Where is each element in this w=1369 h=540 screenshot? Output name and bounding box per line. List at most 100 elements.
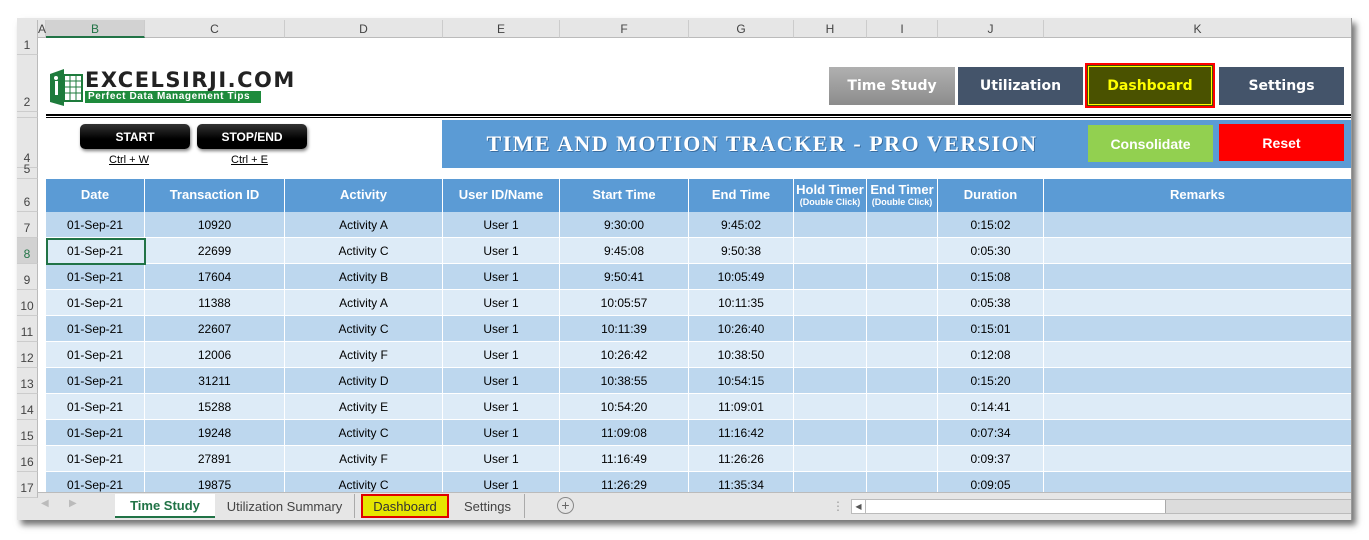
table-cell[interactable]: 10:54:15 <box>689 368 794 394</box>
row-header-4[interactable]: 4 <box>17 118 38 168</box>
table-cell[interactable]: 11:09:08 <box>560 420 689 446</box>
table-cell[interactable] <box>794 316 867 342</box>
table-cell[interactable]: User 1 <box>443 212 560 238</box>
table-cell[interactable] <box>1044 264 1351 290</box>
column-header-j[interactable]: J <box>938 20 1044 38</box>
table-cell[interactable]: 0:15:08 <box>938 264 1044 290</box>
table-cell[interactable]: Activity C <box>285 316 443 342</box>
table-cell[interactable] <box>1044 316 1351 342</box>
table-cell[interactable] <box>794 212 867 238</box>
table-cell[interactable] <box>1044 238 1351 264</box>
table-cell[interactable]: 0:12:08 <box>938 342 1044 368</box>
table-cell[interactable] <box>867 368 938 394</box>
table-cell[interactable] <box>794 420 867 446</box>
table-cell[interactable]: 10:11:35 <box>689 290 794 316</box>
column-header-i[interactable]: I <box>867 20 938 38</box>
table-cell[interactable]: Activity E <box>285 394 443 420</box>
table-cell[interactable]: Activity A <box>285 290 443 316</box>
table-cell[interactable]: 01-Sep-21 <box>46 446 145 472</box>
table-cell[interactable]: 22699 <box>145 238 285 264</box>
table-cell[interactable]: User 1 <box>443 238 560 264</box>
table-cell[interactable]: 9:50:41 <box>560 264 689 290</box>
table-cell[interactable]: 9:45:08 <box>560 238 689 264</box>
table-cell[interactable]: 17604 <box>145 264 285 290</box>
column-header-d[interactable]: D <box>285 20 443 38</box>
table-cell[interactable] <box>867 264 938 290</box>
table-cell[interactable]: 0:09:37 <box>938 446 1044 472</box>
row-header-1[interactable]: 1 <box>17 38 38 55</box>
add-sheet-icon[interactable]: + <box>557 497 574 514</box>
table-cell[interactable]: User 1 <box>443 342 560 368</box>
horizontal-scrollbar[interactable]: ◀ <box>851 499 1351 514</box>
row-header-14[interactable]: 14 <box>17 394 38 420</box>
row-header-8[interactable]: 8 <box>17 238 38 264</box>
table-cell[interactable] <box>1044 342 1351 368</box>
table-cell[interactable]: 01-Sep-21 <box>46 420 145 446</box>
reset-button[interactable]: Reset <box>1219 124 1344 161</box>
table-cell[interactable]: User 1 <box>443 394 560 420</box>
table-cell[interactable]: 0:15:02 <box>938 212 1044 238</box>
table-cell[interactable]: Activity F <box>285 446 443 472</box>
table-cell[interactable]: 0:07:34 <box>938 420 1044 446</box>
table-cell[interactable] <box>1044 420 1351 446</box>
nav-time-study-button[interactable]: Time Study <box>829 67 955 105</box>
sheet-tab-dashboard[interactable]: Dashboard <box>361 494 449 518</box>
table-cell[interactable]: 22607 <box>145 316 285 342</box>
table-cell[interactable] <box>867 342 938 368</box>
table-cell[interactable]: 0:14:41 <box>938 394 1044 420</box>
row-header-12[interactable]: 12 <box>17 342 38 368</box>
table-cell[interactable]: 9:50:38 <box>689 238 794 264</box>
sheet-tab-utilization-summary[interactable]: Utilization Summary <box>215 494 355 518</box>
table-cell[interactable]: 01-Sep-21 <box>46 212 145 238</box>
table-cell[interactable]: 27891 <box>145 446 285 472</box>
nav-settings-button[interactable]: Settings <box>1219 67 1344 105</box>
row-header-3[interactable] <box>17 112 38 118</box>
sheet-tab-settings[interactable]: Settings <box>451 494 525 518</box>
scrollbar-thumb[interactable] <box>866 500 1166 513</box>
table-cell[interactable]: 9:30:00 <box>560 212 689 238</box>
table-cell[interactable]: 10:05:57 <box>560 290 689 316</box>
table-cell[interactable]: User 1 <box>443 368 560 394</box>
table-cell[interactable]: Activity B <box>285 264 443 290</box>
consolidate-button[interactable]: Consolidate <box>1088 125 1213 162</box>
table-cell[interactable]: 12006 <box>145 342 285 368</box>
select-all-corner[interactable] <box>17 20 38 38</box>
table-cell[interactable]: 10:26:42 <box>560 342 689 368</box>
row-header-10[interactable]: 10 <box>17 290 38 316</box>
table-cell[interactable]: 15288 <box>145 394 285 420</box>
row-header-5[interactable]: 5 <box>17 162 38 179</box>
table-cell[interactable] <box>867 290 938 316</box>
table-cell[interactable] <box>794 290 867 316</box>
row-header-2[interactable]: 2 <box>17 55 38 112</box>
table-cell[interactable] <box>1044 394 1351 420</box>
table-cell[interactable]: 01-Sep-21 <box>46 368 145 394</box>
table-cell[interactable] <box>867 212 938 238</box>
table-cell[interactable] <box>867 446 938 472</box>
table-cell[interactable]: 11:16:42 <box>689 420 794 446</box>
table-cell[interactable]: User 1 <box>443 316 560 342</box>
table-cell[interactable]: Activity A <box>285 212 443 238</box>
table-cell[interactable] <box>867 394 938 420</box>
table-cell[interactable]: 0:05:38 <box>938 290 1044 316</box>
table-cell[interactable] <box>867 238 938 264</box>
row-header-11[interactable]: 11 <box>17 316 38 342</box>
table-cell[interactable]: 10:38:55 <box>560 368 689 394</box>
table-cell[interactable]: 01-Sep-21 <box>46 394 145 420</box>
start-button[interactable]: START <box>80 124 190 149</box>
nav-dashboard-button[interactable]: Dashboard <box>1085 63 1215 108</box>
table-cell[interactable]: 10920 <box>145 212 285 238</box>
column-header-g[interactable]: G <box>689 20 794 38</box>
table-cell[interactable] <box>1044 212 1351 238</box>
table-cell[interactable] <box>794 368 867 394</box>
table-cell[interactable] <box>794 238 867 264</box>
table-cell[interactable]: 19248 <box>145 420 285 446</box>
table-cell[interactable]: 01-Sep-21 <box>46 238 145 264</box>
table-cell[interactable]: 0:15:20 <box>938 368 1044 394</box>
column-header-c[interactable]: C <box>145 20 285 38</box>
table-cell[interactable] <box>794 446 867 472</box>
table-cell[interactable]: Activity C <box>285 420 443 446</box>
table-cell[interactable]: User 1 <box>443 446 560 472</box>
row-header-6[interactable]: 6 <box>17 179 38 212</box>
row-header-13[interactable]: 13 <box>17 368 38 394</box>
table-cell[interactable] <box>794 394 867 420</box>
